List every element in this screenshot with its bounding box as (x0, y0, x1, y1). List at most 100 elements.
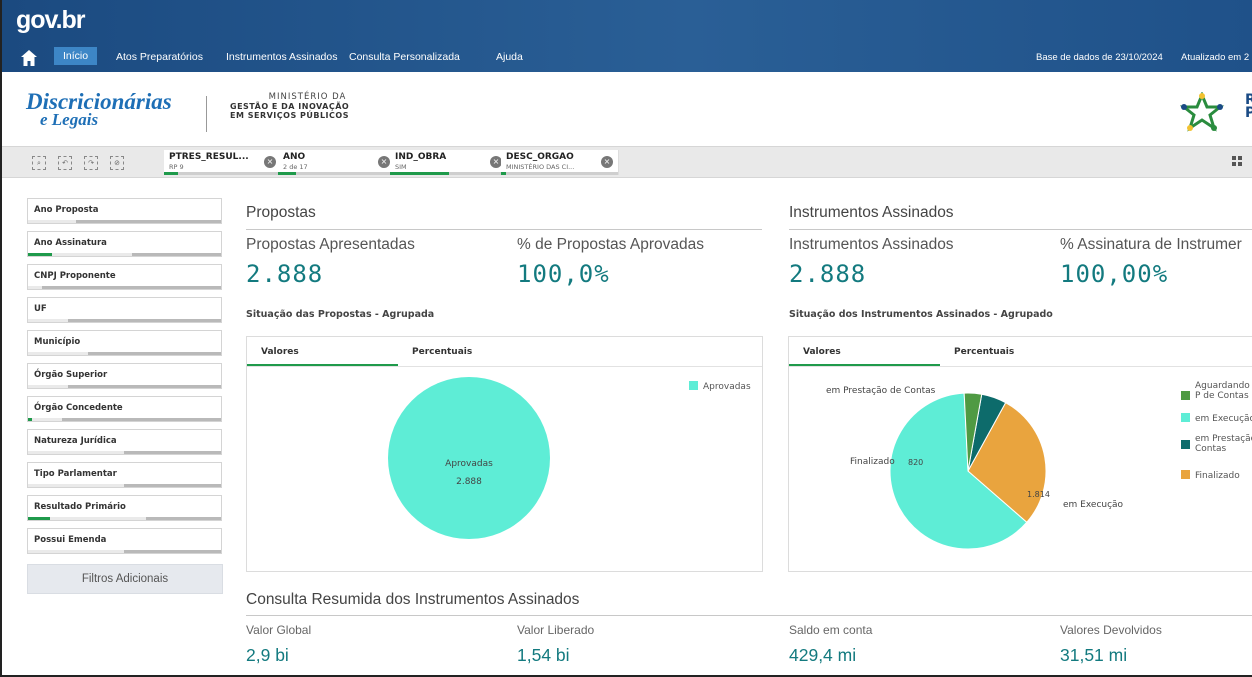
filter-state-bar (28, 385, 221, 388)
ministry-line-2: GESTÃO E DA INOVAÇÃO (230, 102, 350, 111)
filter-state-bar (28, 418, 221, 421)
label-finalizado: Finalizado (850, 457, 895, 467)
label-em-execucao: em Execução (1063, 500, 1124, 510)
filter-state-bar (28, 220, 221, 223)
filter-municipio[interactable]: Município (27, 330, 222, 356)
filter-possui-emenda[interactable]: Possui Emenda (27, 528, 222, 554)
nav-inicio[interactable]: Início (54, 47, 98, 65)
filter-resultado-primario[interactable]: Resultado Primário (27, 495, 222, 521)
propostas-divider (246, 229, 762, 230)
chip-state-bar (390, 172, 507, 175)
selection-chip[interactable]: ANO 2 de 17 × (278, 150, 396, 175)
label-em-prestacao: em Prestação de Contas (826, 386, 936, 396)
slice-value-aprovadas: 2.888 (456, 477, 482, 487)
filter-state-bar (28, 550, 221, 553)
clear-all-icon[interactable]: ⊘ (110, 156, 124, 170)
valores-devolvidos-label: Valores Devolvidos (1060, 623, 1162, 637)
filter-ano-proposta[interactable]: Ano Proposta (27, 198, 222, 224)
filter-state-bar (28, 451, 221, 454)
filter-uf[interactable]: UF (27, 297, 222, 323)
filter-label: Órgão Superior (34, 370, 108, 380)
chip-value: 2 de 17 (283, 163, 308, 171)
consulta-divider (246, 615, 1252, 616)
filter-cnpj-proponente[interactable]: CNPJ Proponente (27, 264, 222, 290)
app-frame: gov.br Início Atos Preparatórios Instrum… (0, 0, 1252, 677)
legend-label: Aguardando P de Contas (1195, 381, 1250, 401)
valores-devolvidos-value: 31,51 mi (1060, 645, 1128, 665)
propostas-chart-panel: Valores Percentuais Aprovadas Aprovadas … (246, 336, 763, 572)
chip-field: ANO (283, 152, 306, 162)
step-forward-icon[interactable]: ↷ (84, 156, 98, 170)
legend-item-em-prestacao[interactable]: em Prestação Contas (1181, 434, 1252, 454)
more-filters-button[interactable]: Filtros Adicionais (27, 564, 223, 594)
kpi-instrumentos-assinados-label: Instrumentos Assinados (789, 236, 954, 253)
main-nav: Início Atos Preparatórios Instrumentos A… (2, 44, 1252, 72)
filter-state-bar (28, 484, 221, 487)
legend-label: Finalizado (1195, 471, 1240, 481)
close-icon[interactable]: × (378, 156, 390, 168)
kpi-assinatura-value: 100,00% (1060, 260, 1169, 288)
chip-field: IND_OBRA (395, 152, 447, 162)
close-icon[interactable]: × (264, 156, 276, 168)
saldo-em-conta-label: Saldo em conta (789, 623, 873, 637)
filter-label: Resultado Primário (34, 502, 126, 512)
instrumentos-divider (789, 229, 1252, 230)
filter-natureza-juridica[interactable]: Natureza Jurídica (27, 429, 222, 455)
chip-state-bar (164, 172, 281, 175)
filter-tipo-parlamentar[interactable]: Tipo Parlamentar (27, 462, 222, 488)
kpi-propostas-apresentadas-value: 2.888 (246, 260, 324, 288)
filter-label: Tipo Parlamentar (34, 469, 117, 479)
filter-label: Natureza Jurídica (34, 436, 117, 446)
logo-line-1: Discricionárias (26, 89, 172, 114)
slice-label-aprovadas: Aprovadas (445, 459, 493, 469)
kpi-propostas-apresentadas-label: Propostas Apresentadas (246, 236, 415, 253)
propostas-pie-chart[interactable]: Aprovadas 2.888 (247, 337, 763, 572)
top-bar: gov.br Início Atos Preparatórios Instrum… (2, 0, 1252, 72)
legend-item-finalizado[interactable]: Finalizado (1181, 470, 1240, 481)
filter-label: Ano Proposta (34, 205, 99, 215)
filter-state-bar (28, 352, 221, 355)
discricionarias-logo: Discricionárias e Legais (26, 89, 172, 129)
selection-chip[interactable]: IND_OBRA SIM × (390, 150, 508, 175)
gov-logo[interactable]: gov.br (16, 6, 86, 35)
instrumentos-title: Instrumentos Assinados (789, 204, 954, 221)
smart-search-icon[interactable]: ⌕ (32, 156, 46, 170)
legend-swatch (1181, 413, 1190, 422)
selection-chip[interactable]: DESC_ORGAO MINISTÉRIO DAS CI... × (501, 150, 619, 175)
home-icon[interactable] (20, 49, 38, 67)
legend-item-aguardando[interactable]: Aguardando P de Contas (1181, 381, 1252, 401)
propostas-title: Propostas (246, 204, 316, 221)
kpi-instrumentos-assinados-value: 2.888 (789, 260, 867, 288)
selection-chip[interactable]: PTRES_RESUL... RP 9 × (164, 150, 282, 175)
filter-label: Órgão Concedente (34, 403, 123, 413)
ministry-line-1: MINISTÉRIO DA (268, 92, 347, 102)
kpi-propostas-aprovadas-label: % de Propostas Aprovadas (517, 236, 704, 253)
logo-line-2: e Legais (40, 110, 99, 129)
instrumentos-chart-title: Situação dos Instrumentos Assinados - Ag… (789, 309, 1053, 320)
chip-state-fill (390, 172, 449, 175)
chip-state-fill (278, 172, 296, 175)
filter-orgao-concedente[interactable]: Órgão Concedente (27, 396, 222, 422)
chip-value: MINISTÉRIO DAS CI... (506, 163, 575, 171)
chip-state-bar (278, 172, 395, 175)
nav-instrumentos-assinados[interactable]: Instrumentos Assinados (226, 51, 337, 63)
valor-liberado-label: Valor Liberado (517, 623, 595, 637)
nav-atos-preparatorios[interactable]: Atos Preparatórios (116, 51, 203, 63)
legend-label: em Execução (1195, 414, 1252, 424)
nav-consulta-personalizada[interactable]: Consulta Personalizada (349, 51, 460, 63)
filter-ano-assinatura[interactable]: Ano Assinatura (27, 231, 222, 257)
filter-orgao-superior[interactable]: Órgão Superior (27, 363, 222, 389)
grid-icon[interactable] (1232, 156, 1244, 168)
filter-state-bar (28, 517, 221, 520)
filter-label: Ano Assinatura (34, 238, 107, 248)
legend-item-em-execucao[interactable]: em Execução (1181, 413, 1252, 424)
kpi-assinatura-label: % Assinatura de Instrumer (1060, 236, 1242, 253)
chip-field: PTRES_RESUL... (169, 152, 249, 162)
value-em-execucao: 1.814 (1027, 490, 1050, 499)
step-back-icon[interactable]: ↶ (58, 156, 72, 170)
close-icon[interactable]: × (601, 156, 613, 168)
instrumentos-pie-chart[interactable]: em Prestação de Contas Finalizado 820 1.… (789, 337, 1252, 572)
filter-state-bar (28, 253, 221, 256)
nav-ajuda[interactable]: Ajuda (496, 51, 523, 63)
pie-slice-aprovadas[interactable] (388, 377, 550, 539)
